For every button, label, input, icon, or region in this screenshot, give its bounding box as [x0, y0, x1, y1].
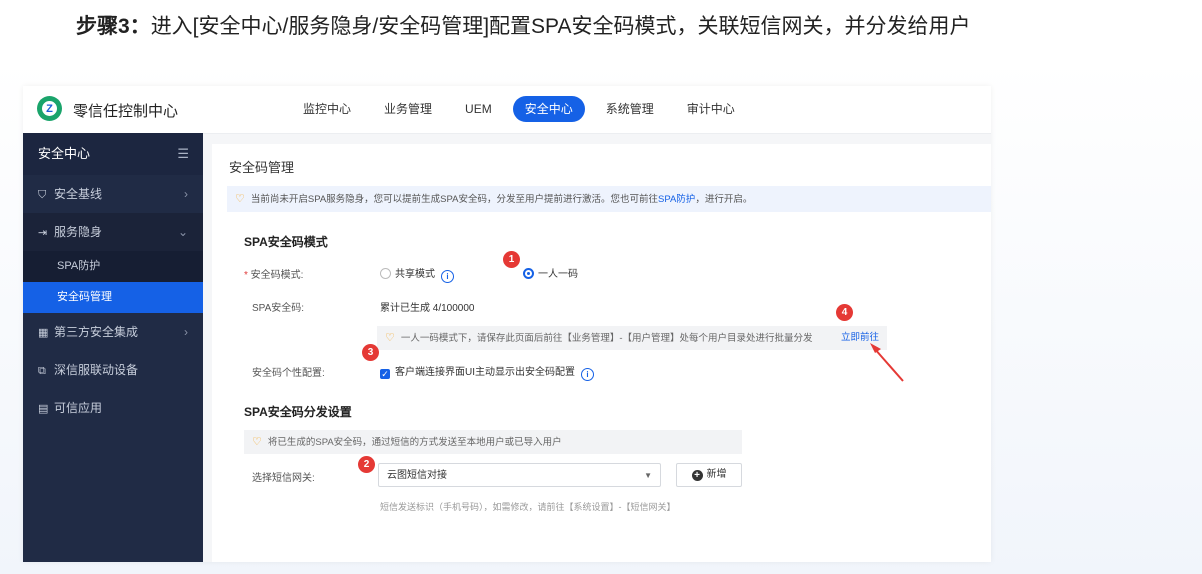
notice-suffix: ，进行开启。: [695, 194, 753, 205]
caret-down-icon: ▼: [644, 471, 652, 480]
page-title: 安全码管理: [229, 160, 295, 175]
app-window: Z 零信任控制中心 监控中心 业务管理 UEM 安全中心 系统管理 审计中心 安…: [23, 86, 991, 562]
sidebar-header: 安全中心 ☰: [23, 133, 203, 175]
step-label: 步骤3：: [76, 15, 151, 38]
mode-label: * 安全码模式:: [244, 266, 303, 281]
sidebar-sub-spa[interactable]: SPA防护: [23, 251, 203, 282]
custom-config-checkbox[interactable]: ✓ 客户端连接界面UI主动显示出安全码配置 i: [380, 363, 594, 381]
sms-gateway-select[interactable]: 云图短信对接 ▼: [378, 463, 661, 487]
chevron-right-icon: ›: [184, 187, 188, 201]
sidebar-item-stealth[interactable]: ⇥ 服务隐身 ⌄: [23, 213, 203, 251]
tip-text: 一人一码模式下，请保存此页面后前往【业务管理】-【用户管理】处每个用户目录处进行…: [400, 333, 813, 344]
dist-section-title: SPA安全码分发设置: [244, 405, 352, 419]
chevron-right-icon: ›: [184, 325, 188, 339]
spa-protect-link[interactable]: SPA防护: [658, 194, 695, 205]
distribution-tip: ♡ 将已生成的SPA安全码，通过短信的方式发送至本地用户或已导入用户: [244, 430, 742, 454]
go-now-link[interactable]: 立即前往: [841, 326, 879, 350]
main-content: 安全码管理 ♡ 当前尚未开启SPA服务隐身，您可以提前生成SPA安全码，分发至用户…: [212, 144, 991, 562]
sidebar-item-trusted-apps[interactable]: ▤ 可信应用: [23, 389, 203, 427]
step-text: 进入[安全中心/服务隐身/安全码管理]配置SPA安全码模式，关联短信网关，并分发…: [150, 15, 971, 38]
radio-selected-icon: [523, 268, 534, 279]
code-value: 累计已生成 4/100000: [380, 303, 475, 314]
mode-label-text: 安全码模式:: [250, 270, 304, 281]
sidebar-item-label: 可信应用: [54, 401, 103, 415]
grid-icon: ▦: [38, 327, 49, 339]
sidebar-item-label: 安全基线: [54, 187, 103, 201]
gateway-label: 选择短信网关:: [252, 473, 315, 484]
custom-config-text: 客户端连接界面UI主动显示出安全码配置: [395, 367, 575, 378]
nav-audit[interactable]: 审计中心: [675, 96, 747, 122]
chevron-down-icon: ⌄: [177, 225, 188, 239]
radio-circle-icon: [380, 268, 391, 279]
sidebar: 安全中心 ☰ ⛉ 安全基线 › ⇥ 服务隐身 ⌄ SPA防护 安全码管理 ▦ 第三方安…: [23, 133, 203, 562]
app-title: 零信任控制中心: [73, 103, 179, 120]
sms-gateway-value: 云图短信对接: [387, 470, 447, 481]
sidebar-item-baseline[interactable]: ⛉ 安全基线 ›: [23, 175, 203, 213]
radio-one-label: 一人一码: [538, 269, 578, 280]
bulb-icon: ♡: [252, 436, 262, 448]
nav-monitor[interactable]: 监控中心: [291, 96, 363, 122]
info-icon[interactable]: i: [441, 270, 454, 283]
info-icon[interactable]: i: [581, 368, 594, 381]
nav-uem[interactable]: UEM: [453, 96, 504, 122]
sidebar-item-third-party[interactable]: ▦ 第三方安全集成 ›: [23, 313, 203, 351]
step-badge-4: 4: [836, 304, 853, 321]
sidebar-sub-code-mgmt[interactable]: 安全码管理: [23, 282, 203, 313]
add-button-label: 新增: [706, 469, 727, 480]
notice-banner: ♡ 当前尚未开启SPA服务隐身，您可以提前生成SPA安全码，分发至用户提前进行激活…: [227, 186, 991, 212]
mode-section-title: SPA安全码模式: [244, 235, 328, 249]
radio-shared-label: 共享模式: [395, 269, 435, 280]
nav-business[interactable]: 业务管理: [372, 96, 444, 122]
step-badge-2: 2: [358, 456, 375, 473]
doc-icon: ▤: [38, 403, 49, 415]
code-label: SPA安全码:: [252, 303, 305, 314]
step-badge-3: 3: [362, 344, 379, 361]
menu-collapse-icon[interactable]: ☰: [177, 133, 189, 175]
shield-icon: ⛉: [38, 189, 47, 201]
sidebar-item-linkage[interactable]: ⧉ 深信服联动设备: [23, 351, 203, 389]
plus-icon: +: [691, 470, 703, 481]
gateway-hint: 短信发送标识（手机号码），如需修改，请前往【系统设置】-【短信网关】: [380, 502, 676, 512]
app-logo-icon: Z: [37, 96, 62, 121]
main-nav: 监控中心 业务管理 UEM 安全中心 系统管理 审计中心: [291, 96, 756, 122]
sidebar-item-label: 服务隐身: [54, 225, 103, 239]
step-badge-1: 1: [503, 251, 520, 268]
radio-one-per-user[interactable]: 一人一码: [523, 265, 578, 280]
link-icon: ⧉: [38, 365, 46, 377]
check-icon: ✓: [380, 369, 390, 379]
dist-tip-text: 将已生成的SPA安全码，通过短信的方式发送至本地用户或已导入用户: [267, 437, 562, 448]
sidebar-title: 安全中心: [38, 146, 91, 161]
custom-config-label: 安全码个性配置:: [252, 368, 325, 379]
radio-shared[interactable]: 共享模式 i: [380, 265, 454, 283]
login-icon: ⇥: [38, 227, 48, 239]
top-nav-bar: Z 零信任控制中心 监控中心 业务管理 UEM 安全中心 系统管理 审计中心: [23, 86, 991, 134]
bulb-icon: ♡: [235, 193, 245, 205]
sidebar-item-label: 深信服联动设备: [54, 363, 139, 377]
nav-system[interactable]: 系统管理: [594, 96, 666, 122]
step-instruction: 步骤3：进入[安全中心/服务隐身/安全码管理]配置SPA安全码模式，关联短信网关…: [76, 10, 970, 40]
required-mark: *: [244, 270, 251, 281]
sidebar-item-label: 第三方安全集成: [54, 325, 139, 339]
add-gateway-button[interactable]: + 新增: [676, 463, 742, 487]
bulb-icon: ♡: [385, 332, 395, 344]
nav-security[interactable]: 安全中心: [512, 96, 585, 122]
one-per-user-tip: ♡ 一人一码模式下，请保存此页面后前往【业务管理】-【用户管理】处每个用户目录处进…: [377, 326, 887, 350]
notice-text: 当前尚未开启SPA服务隐身，您可以提前生成SPA安全码，分发至用户提前进行激活。…: [250, 194, 658, 205]
